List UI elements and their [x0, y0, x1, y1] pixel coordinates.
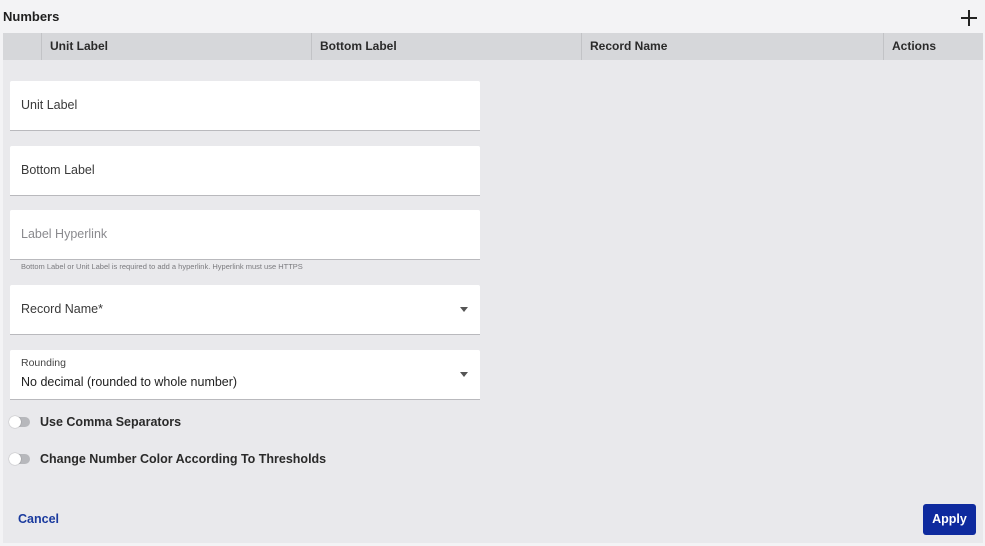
numbers-editor: Numbers Unit Label Bottom Label Record N…	[0, 0, 985, 546]
unit-label-input[interactable]: Unit Label	[10, 81, 480, 131]
column-header-record-name[interactable]: Record Name	[581, 33, 883, 60]
caret-down-icon	[460, 307, 468, 312]
bottom-label-placeholder: Bottom Label	[21, 163, 95, 177]
threshold-color-label: Change Number Color According To Thresho…	[40, 452, 327, 466]
column-header-unit-label[interactable]: Unit Label	[41, 33, 311, 60]
section-title: Numbers	[3, 9, 60, 24]
bottom-label-input[interactable]: Bottom Label	[10, 146, 480, 196]
toggle-switch-icon[interactable]	[9, 416, 30, 428]
cancel-button[interactable]: Cancel	[18, 512, 59, 526]
column-header-actions: Actions	[883, 33, 983, 60]
record-name-select[interactable]: Record Name*	[10, 285, 480, 335]
rounding-label: Rounding	[21, 357, 66, 369]
hyperlink-helper-text: Bottom Label or Unit Label is required t…	[21, 262, 303, 271]
rounding-value: No decimal (rounded to whole number)	[21, 375, 238, 389]
label-hyperlink-input: Label Hyperlink	[10, 210, 480, 260]
edit-panel: Unit Label Bottom Label Label Hyperlink …	[3, 60, 983, 543]
label-hyperlink-placeholder: Label Hyperlink	[21, 227, 108, 241]
table-header: Unit Label Bottom Label Record Name Acti…	[3, 33, 983, 60]
plus-icon[interactable]	[961, 10, 977, 26]
apply-button[interactable]: Apply	[923, 504, 976, 535]
comma-separators-toggle[interactable]: Use Comma Separators	[9, 415, 182, 429]
toggle-switch-icon[interactable]	[9, 453, 30, 465]
comma-separators-label: Use Comma Separators	[40, 415, 182, 429]
rounding-select[interactable]: Rounding No decimal (rounded to whole nu…	[10, 350, 480, 400]
column-header-bottom-label[interactable]: Bottom Label	[311, 33, 581, 60]
threshold-color-toggle[interactable]: Change Number Color According To Thresho…	[9, 452, 327, 466]
caret-down-icon	[460, 372, 468, 377]
unit-label-placeholder: Unit Label	[21, 98, 78, 112]
table-header-select-column	[3, 33, 41, 60]
record-name-placeholder: Record Name*	[21, 302, 103, 316]
